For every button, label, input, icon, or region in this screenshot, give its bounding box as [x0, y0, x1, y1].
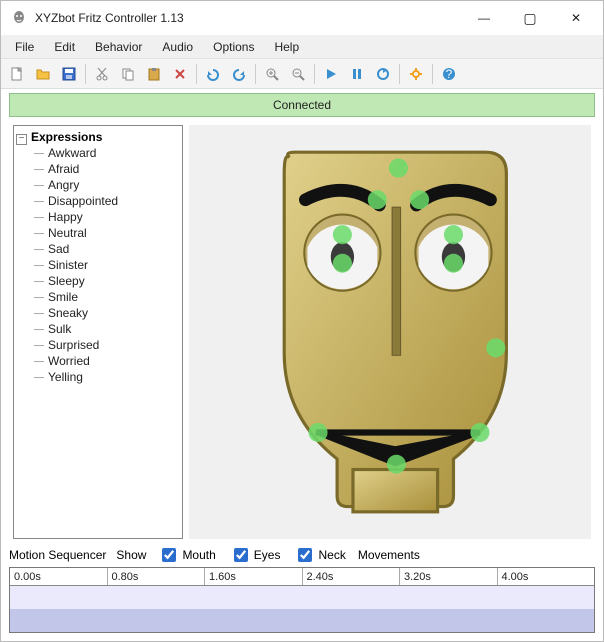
toolbar-separator — [314, 64, 315, 84]
new-file-button[interactable] — [5, 62, 29, 86]
menu-bar: File Edit Behavior Audio Options Help — [1, 35, 603, 59]
minimize-button[interactable]: — — [461, 3, 507, 33]
tree-leaf[interactable]: Sad — [34, 241, 180, 257]
tree-leaf[interactable]: Yelling — [34, 369, 180, 385]
tree-leaf[interactable]: Angry — [34, 177, 180, 193]
undo-button[interactable] — [201, 62, 225, 86]
tree-leaf[interactable]: Happy — [34, 209, 180, 225]
timeline-tick: 0.00s — [10, 568, 108, 585]
window-title: XYZbot Fritz Controller 1.13 — [35, 11, 461, 25]
save-button[interactable] — [57, 62, 81, 86]
checkbox-neck-input[interactable] — [298, 548, 312, 562]
close-button[interactable]: ✕ — [553, 3, 599, 33]
tree-leaf[interactable]: Afraid — [34, 161, 180, 177]
tree-root-node[interactable]: −Expressions — [16, 130, 180, 145]
title-bar: XYZbot Fritz Controller 1.13 — ▢ ✕ — [1, 1, 603, 35]
checkbox-label: Mouth — [182, 548, 215, 562]
checkbox-label: Eyes — [254, 548, 281, 562]
menu-audio[interactable]: Audio — [152, 35, 203, 58]
checkbox-mouth-input[interactable] — [162, 548, 176, 562]
menu-options[interactable]: Options — [203, 35, 264, 58]
timeline-ticks: 0.00s 0.80s 1.60s 2.40s 3.20s 4.00s — [10, 568, 594, 586]
toolbar: ? — [1, 59, 603, 89]
timeline-lanes[interactable] — [10, 586, 594, 632]
expression-tree[interactable]: −Expressions Awkward Afraid Angry Disapp… — [13, 125, 183, 539]
toolbar-separator — [196, 64, 197, 84]
sequencer-header: Motion Sequencer Show Mouth Eyes Neck Mo… — [9, 543, 595, 567]
loop-button[interactable] — [371, 62, 395, 86]
help-button[interactable]: ? — [437, 62, 461, 86]
menu-behavior[interactable]: Behavior — [85, 35, 152, 58]
app-window: XYZbot Fritz Controller 1.13 — ▢ ✕ File … — [0, 0, 604, 642]
maximize-button[interactable]: ▢ — [507, 3, 553, 33]
toolbar-separator — [399, 64, 400, 84]
tree-leaf[interactable]: Sneaky — [34, 305, 180, 321]
app-icon — [11, 10, 27, 26]
menu-file[interactable]: File — [5, 35, 44, 58]
timeline-tick: 3.20s — [400, 568, 498, 585]
show-eyes-checkbox[interactable]: Eyes — [230, 545, 281, 565]
checkbox-eyes-input[interactable] — [234, 548, 248, 562]
connection-status-bar: Connected — [9, 93, 595, 117]
menu-help[interactable]: Help — [264, 35, 309, 58]
tree-leaf[interactable]: Smile — [34, 289, 180, 305]
robot-face-svg — [189, 125, 591, 539]
tree-leaf[interactable]: Disappointed — [34, 193, 180, 209]
open-file-button[interactable] — [31, 62, 55, 86]
timeline-tick: 1.60s — [205, 568, 303, 585]
timeline-tick: 4.00s — [498, 568, 595, 585]
tree-leaf[interactable]: Neutral — [34, 225, 180, 241]
collapse-icon[interactable]: − — [16, 134, 27, 145]
tree-leaf[interactable]: Worried — [34, 353, 180, 369]
menu-edit[interactable]: Edit — [44, 35, 85, 58]
toolbar-separator — [255, 64, 256, 84]
timeline-tick: 0.80s — [108, 568, 206, 585]
zoom-out-button[interactable] — [286, 62, 310, 86]
tree-leaf[interactable]: Sulk — [34, 321, 180, 337]
sequencer-movements-label: Movements — [358, 548, 420, 562]
tree-children: Awkward Afraid Angry Disappointed Happy … — [16, 145, 180, 385]
play-button[interactable] — [319, 62, 343, 86]
pause-button[interactable] — [345, 62, 369, 86]
work-area: −Expressions Awkward Afraid Angry Disapp… — [13, 125, 591, 539]
toolbar-separator — [432, 64, 433, 84]
connection-status-text: Connected — [273, 98, 331, 112]
redo-button[interactable] — [227, 62, 251, 86]
paste-button[interactable] — [142, 62, 166, 86]
delete-button[interactable] — [168, 62, 192, 86]
robot-face-canvas[interactable] — [189, 125, 591, 539]
tree-leaf[interactable]: Awkward — [34, 145, 180, 161]
show-neck-checkbox[interactable]: Neck — [294, 545, 345, 565]
sequencer-title: Motion Sequencer — [9, 548, 106, 562]
tree-leaf[interactable]: Sinister — [34, 257, 180, 273]
settings-button[interactable] — [404, 62, 428, 86]
motion-sequencer: Motion Sequencer Show Mouth Eyes Neck Mo… — [9, 543, 595, 633]
svg-text:?: ? — [446, 67, 453, 81]
tree-leaf[interactable]: Sleepy — [34, 273, 180, 289]
tree-leaf[interactable]: Surprised — [34, 337, 180, 353]
toolbar-separator — [85, 64, 86, 84]
zoom-in-button[interactable] — [260, 62, 284, 86]
sequencer-show-label: Show — [116, 548, 146, 562]
timeline-tick: 2.40s — [303, 568, 401, 585]
sequencer-timeline[interactable]: 0.00s 0.80s 1.60s 2.40s 3.20s 4.00s — [9, 567, 595, 633]
checkbox-label: Neck — [318, 548, 345, 562]
copy-button[interactable] — [116, 62, 140, 86]
show-mouth-checkbox[interactable]: Mouth — [158, 545, 215, 565]
cut-button[interactable] — [90, 62, 114, 86]
tree-root-label: Expressions — [31, 130, 102, 144]
